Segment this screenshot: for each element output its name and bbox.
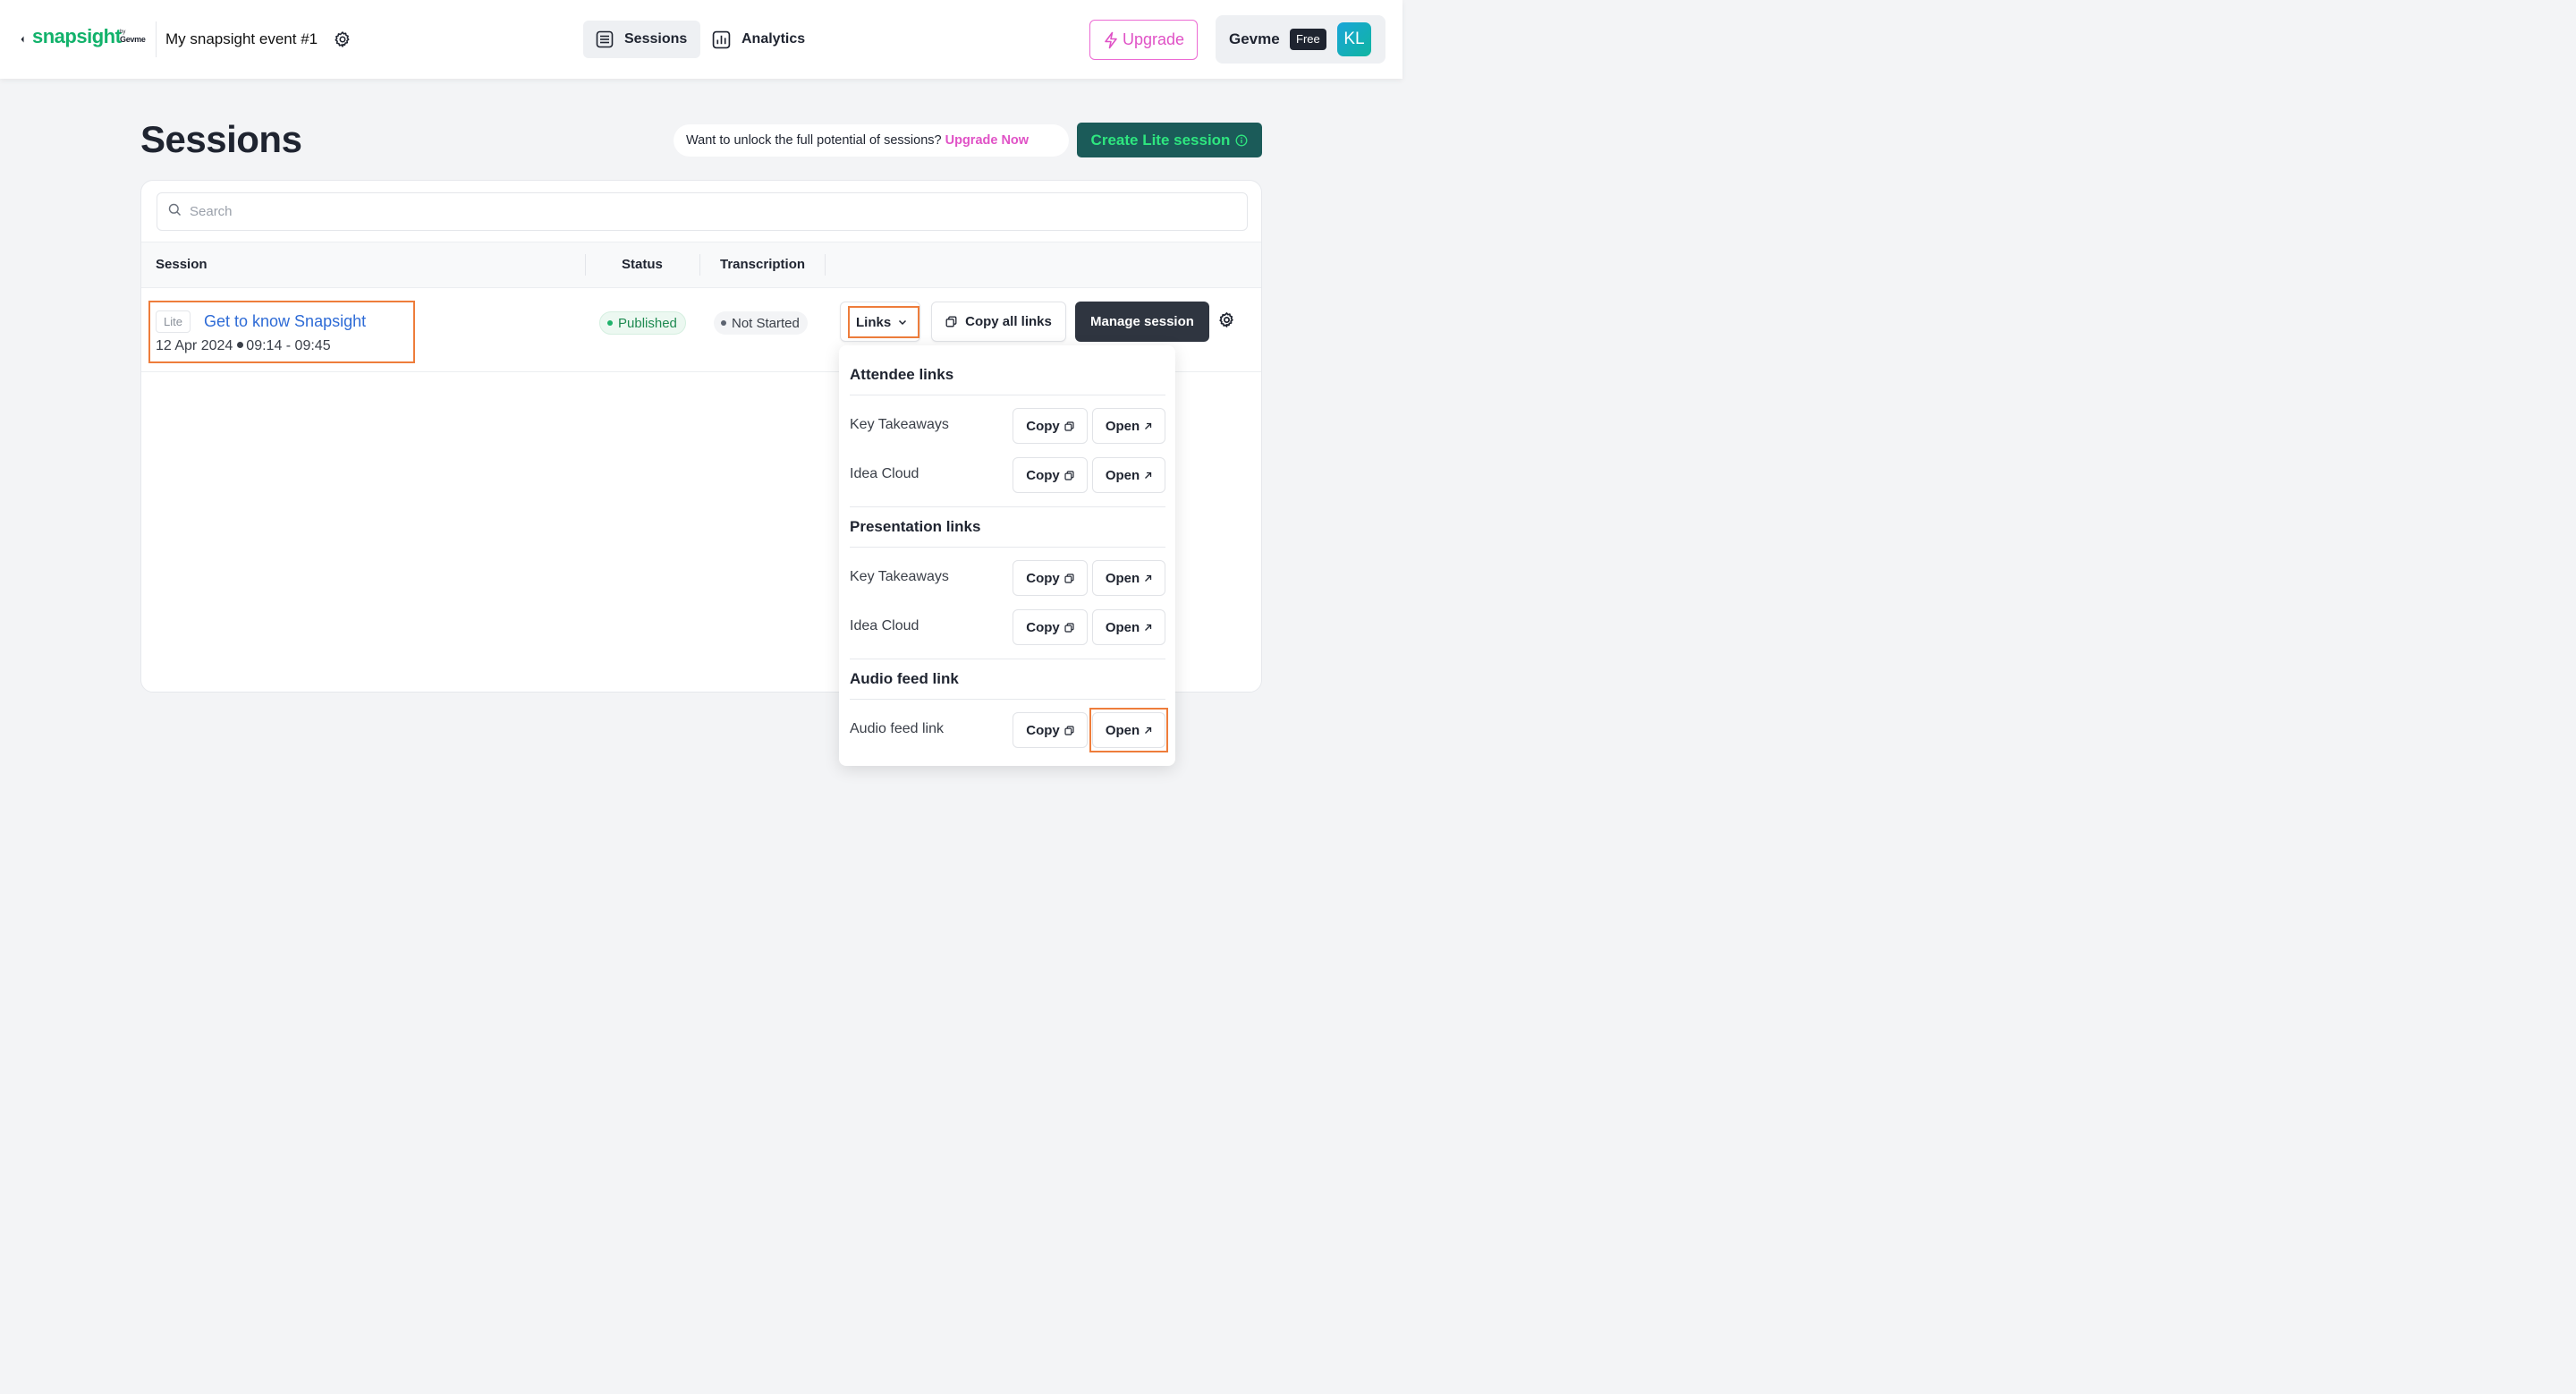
link-label: Idea Cloud (850, 618, 919, 633)
copy-icon (1060, 470, 1074, 480)
open-link-button[interactable]: Open (1092, 560, 1165, 596)
open-label: Open (1105, 619, 1140, 635)
links-dropdown-button[interactable]: Links (840, 302, 920, 342)
table-header: Session Status Transcription (141, 242, 1261, 288)
event-name: My snapsight event #1 (165, 30, 318, 47)
column-divider (699, 254, 700, 276)
transcription-badge: Not Started (714, 311, 808, 335)
link-label: Key Takeaways (850, 417, 949, 432)
open-label: Open (1105, 467, 1140, 483)
chevron-left-icon[interactable] (18, 33, 27, 46)
transcription-text: Not Started (732, 315, 800, 331)
column-status: Status (622, 257, 663, 272)
separator-dot (237, 342, 244, 349)
copy-link-button[interactable]: Copy (1013, 408, 1088, 444)
copy-label: Copy (1026, 467, 1060, 483)
copy-icon (945, 316, 965, 327)
copy-icon (1060, 622, 1074, 633)
copy-icon (1060, 573, 1074, 583)
avatar[interactable]: KL (1337, 22, 1371, 56)
copy-label: Copy (1026, 570, 1060, 586)
lightning-icon (1103, 31, 1123, 49)
links-label: Links (856, 314, 892, 330)
audio-feed-heading: Audio feed link (850, 670, 959, 687)
open-label: Open (1105, 570, 1140, 586)
copy-link-button[interactable]: Copy (1013, 609, 1088, 645)
search-box[interactable] (157, 192, 1248, 231)
link-label: Key Takeaways (850, 569, 949, 584)
section-divider (850, 547, 1165, 548)
snapsight-logo[interactable]: snapsight (32, 25, 122, 48)
nav-sessions[interactable]: Sessions (583, 21, 700, 58)
gear-icon[interactable] (334, 30, 352, 48)
create-lite-session-button[interactable]: Create Lite session (1077, 123, 1262, 157)
session-datetime: 12 Apr 2024 09:14 - 09:45 (156, 338, 331, 354)
nav-sessions-label: Sessions (624, 31, 688, 47)
presentation-links-heading: Presentation links (850, 518, 981, 535)
column-transcription: Transcription (720, 257, 806, 272)
attendee-links-heading: Attendee links (850, 366, 954, 383)
page-title: Sessions (140, 118, 302, 160)
links-dropdown-menu: Attendee links Key Takeaways Copy Open I… (839, 345, 1175, 766)
column-divider (585, 254, 586, 276)
header-divider (156, 21, 157, 57)
copy-all-links-label: Copy all links (965, 314, 1052, 329)
open-label: Open (1105, 418, 1140, 434)
transcription-dot (721, 320, 726, 326)
search-icon (168, 203, 182, 217)
copy-label: Copy (1026, 722, 1060, 738)
promo-text: Want to unlock the full potential of ses… (686, 133, 942, 148)
status-dot (607, 320, 613, 326)
link-label: Audio feed link (850, 721, 944, 736)
gear-icon[interactable] (1218, 311, 1235, 328)
copy-link-button[interactable]: Copy (1013, 712, 1088, 748)
copy-all-links-button[interactable]: Copy all links (931, 302, 1066, 342)
copy-label: Copy (1026, 418, 1060, 434)
open-link-button[interactable]: Open (1092, 457, 1165, 493)
open-button-highlight (1089, 708, 1168, 752)
session-time-range: 09:14 - 09:45 (246, 338, 331, 353)
external-arrow-icon (1140, 422, 1152, 430)
manage-session-button[interactable]: Manage session (1075, 302, 1209, 342)
open-link-button[interactable]: Open (1092, 609, 1165, 645)
link-label: Idea Cloud (850, 466, 919, 481)
session-title-link[interactable]: Get to know Snapsight (204, 312, 366, 331)
create-lite-session-label: Create Lite session (1090, 131, 1231, 149)
copy-link-button[interactable]: Copy (1013, 560, 1088, 596)
copy-icon (1060, 725, 1074, 735)
section-divider (850, 699, 1165, 700)
upgrade-label: Upgrade (1122, 30, 1185, 48)
upgrade-promo: Want to unlock the full potential of ses… (674, 124, 1069, 157)
status-text: Published (618, 315, 677, 331)
list-icon (596, 30, 614, 48)
external-arrow-icon (1140, 472, 1152, 480)
copy-label: Copy (1026, 619, 1060, 635)
external-arrow-icon (1140, 624, 1152, 632)
upgrade-button[interactable]: Upgrade (1089, 20, 1198, 60)
info-icon (1230, 134, 1248, 147)
lite-badge: Lite (156, 310, 191, 333)
bar-chart-icon (712, 30, 731, 49)
links-button-highlight: Links (848, 306, 919, 338)
account-name: Gevme (1229, 30, 1280, 47)
copy-link-button[interactable]: Copy (1013, 457, 1088, 493)
external-arrow-icon (1140, 574, 1152, 582)
copy-icon (1060, 421, 1074, 431)
logo-brand: Gevme (120, 35, 146, 44)
column-divider (825, 254, 826, 276)
nav-analytics-label: Analytics (741, 31, 806, 47)
upgrade-now-link[interactable]: Upgrade Now (945, 133, 1029, 148)
top-bar: snapsight by Gevme My snapsight event #1… (0, 0, 1402, 79)
logo-byline: by Gevme (120, 30, 146, 44)
account-menu[interactable]: Gevme Free KL (1216, 15, 1385, 64)
status-badge: Published (599, 311, 686, 335)
search-input[interactable] (190, 193, 1227, 230)
plan-badge: Free (1290, 29, 1326, 50)
column-session: Session (156, 257, 208, 272)
nav-analytics[interactable]: Analytics (708, 21, 816, 58)
section-divider (850, 506, 1165, 507)
chevron-down-icon (891, 319, 907, 326)
session-date: 12 Apr 2024 (156, 338, 233, 353)
open-link-button[interactable]: Open (1092, 408, 1165, 444)
